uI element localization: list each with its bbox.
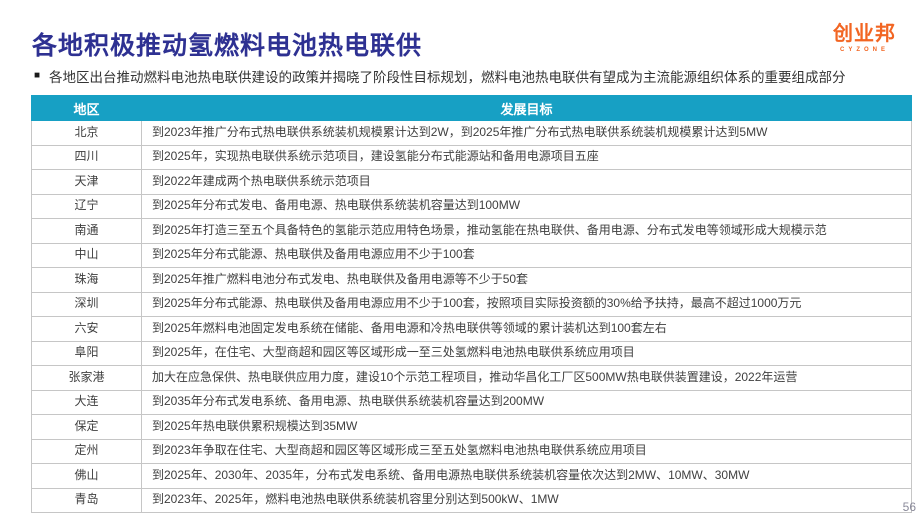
table-row: 北京到2023年推广分布式热电联供系统装机规模累计达到2W，到2025年推广分布… (32, 121, 912, 146)
table-body: 北京到2023年推广分布式热电联供系统装机规模累计达到2W，到2025年推广分布… (32, 121, 912, 513)
goal-cell: 到2025年，在住宅、大型商超和园区等区域形成一至三处氢燃料电池热电联供系统应用… (142, 341, 912, 366)
region-cell: 大连 (32, 390, 142, 415)
table-row: 定州到2023年争取在住宅、大型商超和园区等区域形成三至五处氢燃料电池热电联供系… (32, 439, 912, 464)
table-row: 辽宁到2025年分布式发电、备用电源、热电联供系统装机容量达到100MW (32, 194, 912, 219)
region-cell: 青岛 (32, 488, 142, 513)
goal-cell: 到2025年推广燃料电池分布式发电、热电联供及备用电源等不少于50套 (142, 268, 912, 293)
table-row: 天津到2022年建成两个热电联供系统示范项目 (32, 170, 912, 195)
header-goal: 发展目标 (142, 96, 912, 121)
region-cell: 北京 (32, 121, 142, 146)
page-number: 56 (903, 500, 916, 514)
logo-text-en: CYZONE (833, 47, 896, 53)
table-row: 青岛到2023年、2025年，燃料电池热电联供系统装机容里分别达到500kW、1… (32, 488, 912, 513)
table-row: 大连到2035年分布式发电系统、备用电源、热电联供系统装机容量达到200MW (32, 390, 912, 415)
logo-text-cn: 创业邦 (833, 24, 896, 44)
goal-cell: 到2023年争取在住宅、大型商超和园区等区域形成三至五处氢燃料电池热电联供系统应… (142, 439, 912, 464)
table-row: 四川到2025年，实现热电联供系统示范项目，建设氢能分布式能源站和备用电源项目五… (32, 145, 912, 170)
table-row: 珠海到2025年推广燃料电池分布式发电、热电联供及备用电源等不少于50套 (32, 268, 912, 293)
region-cell: 南通 (32, 219, 142, 244)
region-cell: 定州 (32, 439, 142, 464)
region-cell: 阜阳 (32, 341, 142, 366)
region-cell: 中山 (32, 243, 142, 268)
bullet-square-icon: ■ (34, 71, 40, 81)
goal-cell: 到2023年、2025年，燃料电池热电联供系统装机容里分别达到500kW、1MW (142, 488, 912, 513)
goal-cell: 到2023年推广分布式热电联供系统装机规模累计达到2W，到2025年推广分布式热… (142, 121, 912, 146)
goal-cell: 到2025年分布式发电、备用电源、热电联供系统装机容量达到100MW (142, 194, 912, 219)
goal-cell: 到2022年建成两个热电联供系统示范项目 (142, 170, 912, 195)
summary-bullet: ■ 各地区出台推动燃料电池热电联供建设的政策并揭晓了阶段性目标规划，燃料电池热电… (34, 66, 902, 86)
goal-cell: 到2025年分布式能源、热电联供及备用电源应用不少于100套，按照项目实际投资额… (142, 292, 912, 317)
region-cell: 辽宁 (32, 194, 142, 219)
policy-table: 地区 发展目标 北京到2023年推广分布式热电联供系统装机规模累计达到2W，到2… (31, 95, 912, 513)
goal-cell: 到2025年热电联供累积规模达到35MW (142, 415, 912, 440)
table-row: 佛山到2025年、2030年、2035年，分布式发电系统、备用电源热电联供系统装… (32, 464, 912, 489)
slide: 各地积极推动氢燃料电池热电联供 创业邦 CYZONE ■ 各地区出台推动燃料电池… (0, 0, 922, 518)
table-row: 张家港加大在应急保供、热电联供应用力度，建设10个示范工程项目，推动华昌化工厂区… (32, 366, 912, 391)
goal-cell: 到2025年燃料电池固定发电系统在储能、备用电源和冷热电联供等领域的累计装机达到… (142, 317, 912, 342)
table-header-row: 地区 发展目标 (32, 96, 912, 121)
table-row: 阜阳到2025年，在住宅、大型商超和园区等区域形成一至三处氢燃料电池热电联供系统… (32, 341, 912, 366)
table-row: 深圳到2025年分布式能源、热电联供及备用电源应用不少于100套，按照项目实际投… (32, 292, 912, 317)
region-cell: 保定 (32, 415, 142, 440)
region-cell: 深圳 (32, 292, 142, 317)
region-cell: 四川 (32, 145, 142, 170)
region-cell: 珠海 (32, 268, 142, 293)
table-row: 南通到2025年打造三至五个具备特色的氢能示范应用特色场景，推动氢能在热电联供、… (32, 219, 912, 244)
goal-cell: 到2035年分布式发电系统、备用电源、热电联供系统装机容量达到200MW (142, 390, 912, 415)
region-cell: 天津 (32, 170, 142, 195)
goal-cell: 到2025年、2030年、2035年，分布式发电系统、备用电源热电联供系统装机容… (142, 464, 912, 489)
table-row: 保定到2025年热电联供累积规模达到35MW (32, 415, 912, 440)
goal-cell: 加大在应急保供、热电联供应用力度，建设10个示范工程项目，推动华昌化工厂区500… (142, 366, 912, 391)
region-cell: 佛山 (32, 464, 142, 489)
goal-cell: 到2025年分布式能源、热电联供及备用电源应用不少于100套 (142, 243, 912, 268)
goal-cell: 到2025年打造三至五个具备特色的氢能示范应用特色场景，推动氢能在热电联供、备用… (142, 219, 912, 244)
table-row: 中山到2025年分布式能源、热电联供及备用电源应用不少于100套 (32, 243, 912, 268)
policy-table-container: 地区 发展目标 北京到2023年推广分布式热电联供系统装机规模累计达到2W，到2… (31, 95, 912, 513)
table-row: 六安到2025年燃料电池固定发电系统在储能、备用电源和冷热电联供等领域的累计装机… (32, 317, 912, 342)
cyzone-logo: 创业邦 CYZONE (833, 24, 896, 53)
header-region: 地区 (32, 96, 142, 121)
region-cell: 六安 (32, 317, 142, 342)
page-title: 各地积极推动氢燃料电池热电联供 (32, 26, 422, 62)
summary-text: 各地区出台推动燃料电池热电联供建设的政策并揭晓了阶段性目标规划，燃料电池热电联供… (49, 66, 846, 86)
goal-cell: 到2025年，实现热电联供系统示范项目，建设氢能分布式能源站和备用电源项目五座 (142, 145, 912, 170)
region-cell: 张家港 (32, 366, 142, 391)
